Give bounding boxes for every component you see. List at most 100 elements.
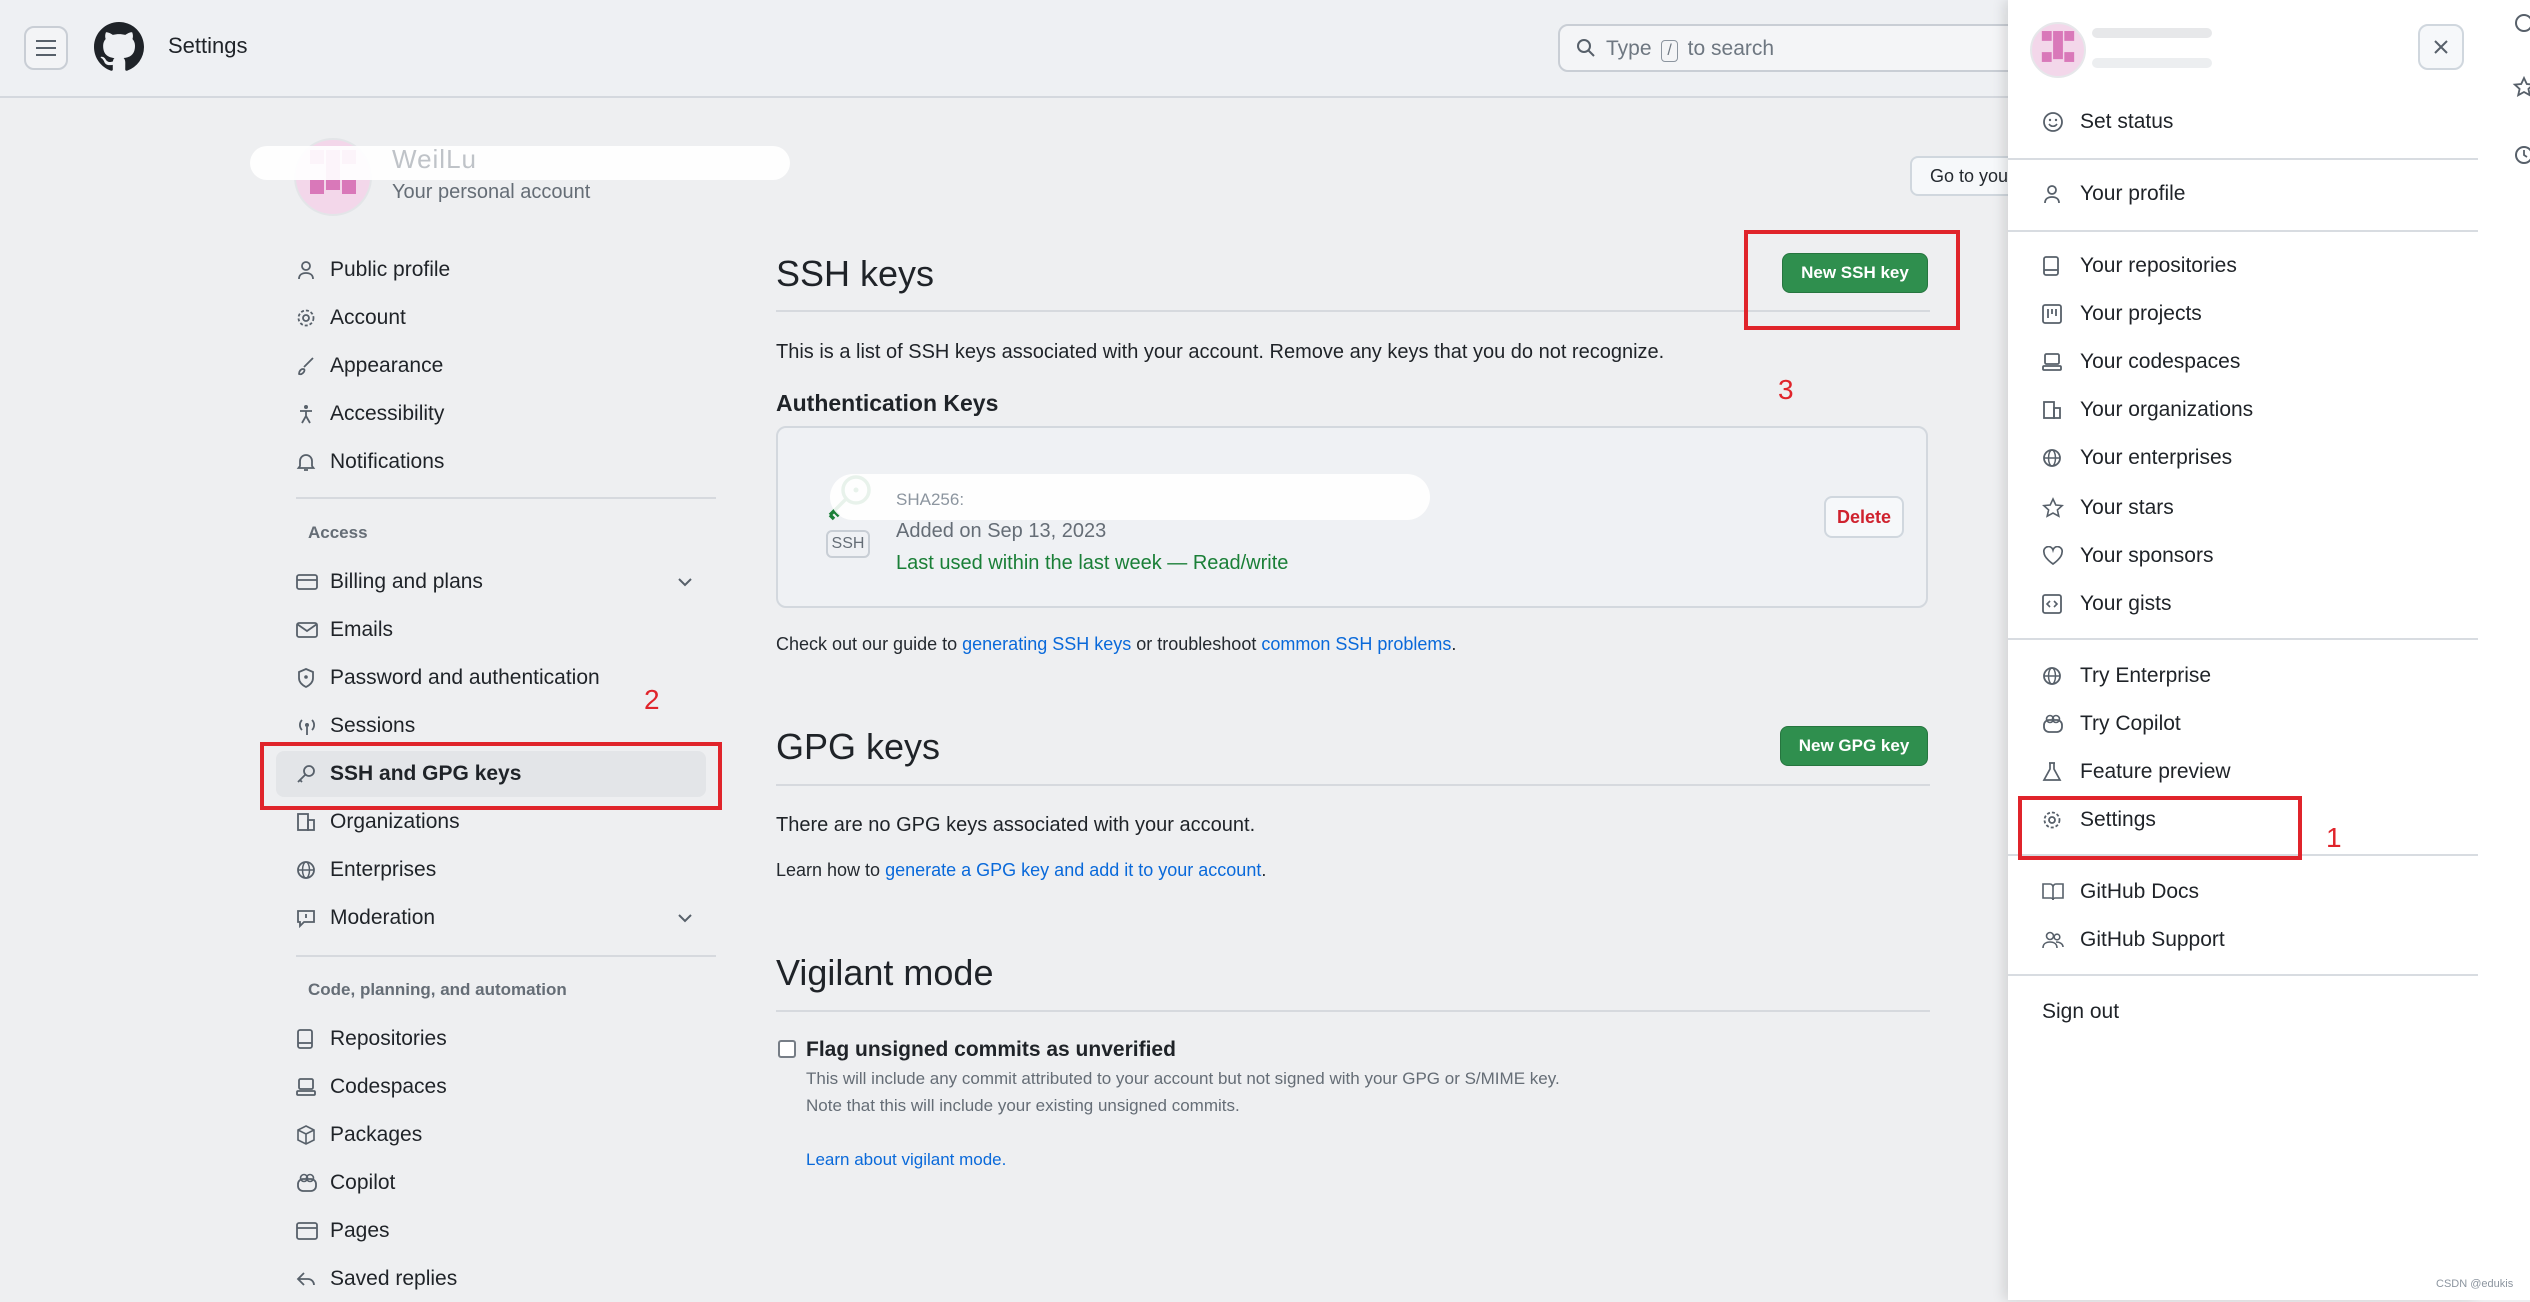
sidebar-item-label: Appearance (330, 354, 444, 377)
menu-item-your-gists[interactable]: Your gists (2042, 582, 2472, 626)
menu-item-label: Try Copilot (2080, 712, 2181, 735)
flag-unsigned-checkbox[interactable] (778, 1040, 796, 1058)
sidebar-item-label: Notifications (330, 450, 445, 473)
repo-icon (2042, 256, 2080, 276)
profile-subtitle: Your personal account (392, 181, 591, 203)
menu-item-your-enterprises[interactable]: Your enterprises (2042, 436, 2472, 480)
people-icon (2042, 930, 2080, 950)
organization-icon (296, 812, 330, 832)
chevron-down-icon[interactable] (676, 573, 694, 591)
sidebar-item-billing[interactable]: Billing and plans (296, 559, 706, 605)
menu-divider (2008, 158, 2478, 160)
gpg-learn-end: . (1261, 860, 1267, 880)
hamburger-menu-button[interactable] (24, 26, 68, 70)
sidebar-item-account[interactable]: Account (296, 295, 706, 341)
broadcast-icon (296, 716, 330, 736)
sidebar-item-repositories[interactable]: Repositories (296, 1016, 706, 1062)
generating-ssh-keys-link[interactable]: generating SSH keys (962, 634, 1131, 654)
close-menu-button[interactable] (2418, 24, 2464, 70)
heart-icon (2042, 546, 2080, 566)
generate-gpg-key-link[interactable]: generate a GPG key and add it to your ac… (885, 860, 1261, 880)
sidebar-item-packages[interactable]: Packages (296, 1112, 706, 1158)
sidebar-item-enterprises[interactable]: Enterprises (296, 847, 706, 893)
ssh-description: This is a list of SSH keys associated wi… (776, 341, 1665, 363)
github-logo-icon[interactable] (94, 22, 144, 72)
vigilant-learn-link[interactable]: Learn about vigilant mode. (806, 1150, 1006, 1170)
menu-item-label: Your enterprises (2080, 446, 2233, 469)
menu-item-your-codespaces[interactable]: Your codespaces (2042, 340, 2472, 384)
guide-text: or troubleshoot (1136, 634, 1257, 654)
sidebar-item-accessibility[interactable]: Accessibility (296, 391, 706, 437)
menu-item-your-organizations[interactable]: Your organizations (2042, 388, 2472, 432)
sidebar-item-emails[interactable]: Emails (296, 607, 706, 653)
codespaces-icon (2042, 352, 2080, 372)
vigilant-note-1: This will include any commit attributed … (806, 1069, 1560, 1088)
ssh-key-last-used: Last used within the last week — Read/wr… (896, 552, 1289, 574)
copilot-icon (2042, 714, 2080, 734)
menu-item-label: Set status (2080, 110, 2174, 133)
flag-unsigned-label[interactable]: Flag unsigned commits as unverified (806, 1038, 1176, 1062)
menu-item-your-projects[interactable]: Your projects (2042, 292, 2472, 336)
menu-item-github-support[interactable]: GitHub Support (2042, 918, 2472, 962)
mail-icon (296, 621, 330, 639)
search-prefix: Type (1606, 37, 1652, 60)
gpg-keys-heading: GPG keys (776, 726, 941, 767)
menu-item-your-sponsors[interactable]: Your sponsors (2042, 534, 2472, 578)
search-icon[interactable] (2512, 12, 2530, 34)
menu-item-feature-preview[interactable]: Feature preview (2042, 750, 2472, 794)
paintbrush-icon (296, 356, 330, 376)
new-gpg-key-button[interactable]: New GPG key (1780, 726, 1928, 766)
menu-item-label: GitHub Support (2080, 928, 2225, 951)
history-icon[interactable] (2512, 144, 2530, 166)
ssh-key-title: SHA256: (896, 490, 965, 509)
menu-item-label: Your profile (2080, 182, 2186, 205)
vigilant-note-2: Note that this will include your existin… (806, 1096, 1240, 1115)
user-menu-panel: Set status Your profile Your repositorie… (2008, 0, 2478, 1300)
menu-divider (2008, 638, 2478, 640)
delete-key-button[interactable]: Delete (1824, 496, 1904, 538)
common-ssh-problems-link[interactable]: common SSH problems (1261, 634, 1451, 654)
menu-item-set-status[interactable]: Set status (2042, 100, 2472, 144)
star-icon[interactable] (2512, 76, 2530, 98)
sidebar-item-public-profile[interactable]: Public profile (296, 247, 706, 293)
redacted-handle (2092, 58, 2212, 68)
section-label-code: Code, planning, and automation (308, 980, 567, 999)
sidebar-item-label: Sessions (330, 714, 416, 737)
search-icon (1576, 38, 1596, 58)
menu-item-your-repositories[interactable]: Your repositories (2042, 244, 2472, 288)
sidebar-divider (296, 497, 716, 499)
sidebar-item-appearance[interactable]: Appearance (296, 343, 706, 389)
menu-item-label: Your sponsors (2080, 544, 2214, 567)
sidebar-item-label: Packages (330, 1123, 423, 1146)
sidebar-item-pages[interactable]: Pages (296, 1208, 706, 1254)
page-title: Settings (168, 33, 248, 58)
sidebar-item-codespaces[interactable]: Codespaces (296, 1064, 706, 1110)
sidebar-item-label: Billing and plans (330, 570, 483, 593)
menu-divider (2008, 230, 2478, 232)
project-icon (2042, 304, 2080, 324)
sidebar-item-label: Emails (330, 618, 394, 641)
profile-name: WeilLu (392, 144, 478, 174)
menu-item-try-enterprise[interactable]: Try Enterprise (2042, 654, 2472, 698)
chevron-down-icon[interactable] (676, 909, 694, 927)
identicon-icon (2041, 31, 2075, 62)
copilot-icon (296, 1173, 330, 1193)
redaction-scribble (250, 146, 790, 180)
sidebar-item-moderation[interactable]: Moderation (296, 895, 706, 941)
menu-item-try-copilot[interactable]: Try Copilot (2042, 702, 2472, 746)
menu-item-label: Your repositories (2080, 254, 2237, 277)
annotation-number-2: 2 (644, 684, 660, 715)
package-icon (296, 1125, 330, 1145)
search-placeholder: Type / to search (1606, 37, 1774, 62)
person-icon (2042, 184, 2080, 204)
menu-item-your-stars[interactable]: Your stars (2042, 486, 2472, 530)
browser-icon (296, 1222, 330, 1240)
search-input[interactable]: Type / to search (1558, 24, 2018, 72)
sidebar-item-notifications[interactable]: Notifications (296, 439, 706, 485)
globe-icon (2042, 666, 2080, 686)
sidebar-item-copilot[interactable]: Copilot (296, 1160, 706, 1206)
menu-item-your-profile[interactable]: Your profile (2042, 172, 2472, 216)
menu-item-sign-out[interactable]: Sign out (2042, 990, 2472, 1034)
menu-item-github-docs[interactable]: GitHub Docs (2042, 870, 2472, 914)
sidebar-item-saved-replies[interactable]: Saved replies (296, 1256, 706, 1302)
